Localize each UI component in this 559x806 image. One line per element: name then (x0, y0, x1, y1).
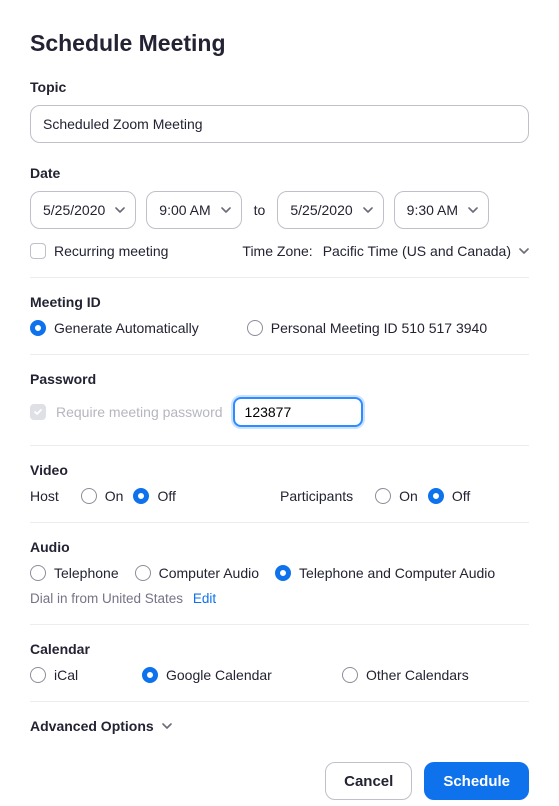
end-time-value: 9:30 AM (407, 202, 458, 218)
participants-video-off-radio[interactable] (428, 488, 444, 504)
calendar-other-radio[interactable] (342, 667, 358, 683)
timezone-prefix: Time Zone: (242, 243, 312, 259)
topic-input[interactable] (30, 105, 529, 143)
meeting-id-pmi-label: Personal Meeting ID 510 517 3940 (271, 320, 487, 336)
off-label: Off (157, 488, 175, 504)
meeting-id-pmi-radio[interactable] (247, 320, 263, 336)
cancel-button[interactable]: Cancel (325, 762, 412, 800)
start-time-value: 9:00 AM (159, 202, 210, 218)
start-date-select[interactable]: 5/25/2020 (30, 191, 136, 229)
audio-label: Audio (30, 539, 529, 555)
recurring-checkbox[interactable] (30, 243, 46, 259)
divider (30, 445, 529, 446)
meeting-id-auto-radio[interactable] (30, 320, 46, 336)
chevron-down-icon (162, 721, 172, 731)
timezone-value: Pacific Time (US and Canada) (323, 243, 511, 259)
advanced-options-toggle[interactable]: Advanced Options (30, 718, 529, 734)
calendar-ical-radio[interactable] (30, 667, 46, 683)
end-date-value: 5/25/2020 (290, 202, 352, 218)
on-label: On (105, 488, 124, 504)
dial-in-edit-link[interactable]: Edit (193, 591, 216, 606)
page-title: Schedule Meeting (30, 30, 529, 57)
divider (30, 277, 529, 278)
chevron-down-icon (115, 205, 125, 215)
video-label: Video (30, 462, 529, 478)
audio-both-radio[interactable] (275, 565, 291, 581)
host-video-off-radio[interactable] (133, 488, 149, 504)
audio-computer-label: Computer Audio (159, 565, 259, 581)
chevron-down-icon (468, 205, 478, 215)
calendar-ical-label: iCal (54, 667, 78, 683)
calendar-label: Calendar (30, 641, 529, 657)
calendar-google-radio[interactable] (142, 667, 158, 683)
divider (30, 624, 529, 625)
chevron-down-icon (221, 205, 231, 215)
date-label: Date (30, 165, 529, 181)
divider (30, 354, 529, 355)
dial-in-text: Dial in from United States (30, 591, 183, 606)
host-video-on-radio[interactable] (81, 488, 97, 504)
password-label: Password (30, 371, 529, 387)
chevron-down-icon (519, 246, 529, 256)
audio-both-label: Telephone and Computer Audio (299, 565, 495, 581)
on-label: On (399, 488, 418, 504)
to-label: to (252, 202, 268, 218)
require-password-checkbox[interactable] (30, 404, 46, 420)
timezone-select[interactable]: Pacific Time (US and Canada) (323, 243, 529, 259)
advanced-options-label: Advanced Options (30, 718, 154, 734)
audio-telephone-label: Telephone (54, 565, 119, 581)
start-date-value: 5/25/2020 (43, 202, 105, 218)
video-host-label: Host (30, 488, 59, 504)
schedule-button[interactable]: Schedule (424, 762, 529, 800)
divider (30, 701, 529, 702)
end-date-select[interactable]: 5/25/2020 (277, 191, 383, 229)
end-time-select[interactable]: 9:30 AM (394, 191, 489, 229)
meeting-id-auto-label: Generate Automatically (54, 320, 199, 336)
start-time-select[interactable]: 9:00 AM (146, 191, 241, 229)
audio-computer-radio[interactable] (135, 565, 151, 581)
divider (30, 522, 529, 523)
require-password-label: Require meeting password (56, 404, 223, 420)
recurring-label: Recurring meeting (54, 243, 168, 259)
calendar-other-label: Other Calendars (366, 667, 469, 683)
video-participants-label: Participants (280, 488, 353, 504)
password-input[interactable] (233, 397, 363, 427)
meeting-id-label: Meeting ID (30, 294, 529, 310)
chevron-down-icon (363, 205, 373, 215)
topic-label: Topic (30, 79, 529, 95)
audio-telephone-radio[interactable] (30, 565, 46, 581)
calendar-google-label: Google Calendar (166, 667, 272, 683)
participants-video-on-radio[interactable] (375, 488, 391, 504)
off-label: Off (452, 488, 470, 504)
